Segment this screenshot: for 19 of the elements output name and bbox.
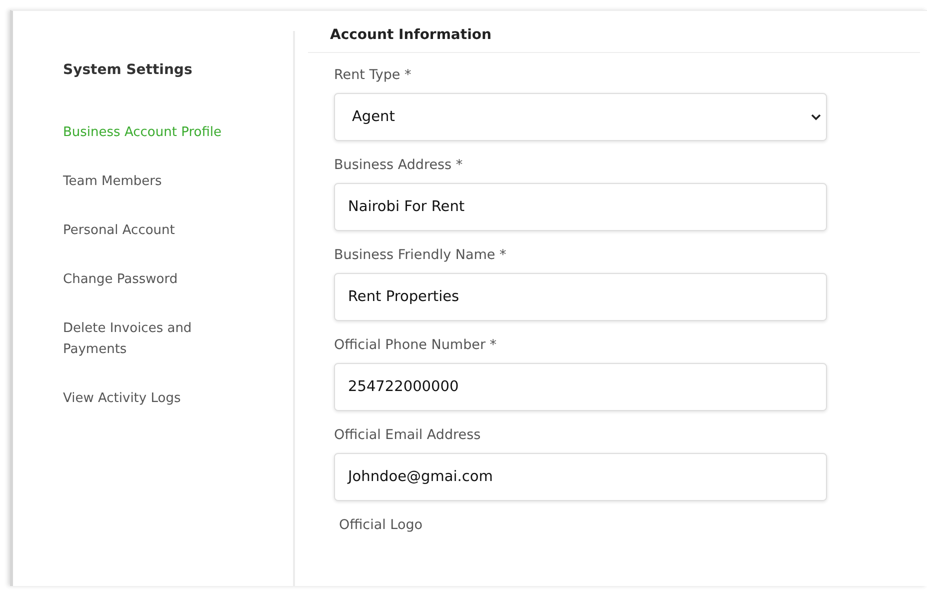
input-field[interactable]: Johndoe@gmai.com [334,453,827,501]
input-field[interactable]: Nairobi For Rent [334,183,827,231]
chevron-down-icon [811,114,821,120]
field-label: Business Address * [334,157,464,173]
field-label: Official Phone Number * [334,337,498,353]
sidebar-title: System Settings [63,62,194,78]
field-label: Official Logo [338,517,424,533]
field-label: Official Email Address [334,427,482,443]
input-field[interactable]: Rent Properties [334,273,827,321]
sidebar-item[interactable]: View Activity Logs [63,388,248,409]
sidebar-item[interactable]: Change Password [63,269,248,290]
field-label: Rent Type * [334,67,412,83]
sidebar-item[interactable]: Team Members [63,171,248,192]
sidebar-item[interactable]: Delete Invoices and Payments [63,318,248,360]
select-field[interactable]: Agent [334,93,827,141]
field-label: Business Friendly Name * [334,247,508,263]
input-field[interactable]: 254722000000 [334,363,827,411]
sidebar-item[interactable]: Personal Account [63,220,248,241]
section-title: Account Information [330,27,492,43]
